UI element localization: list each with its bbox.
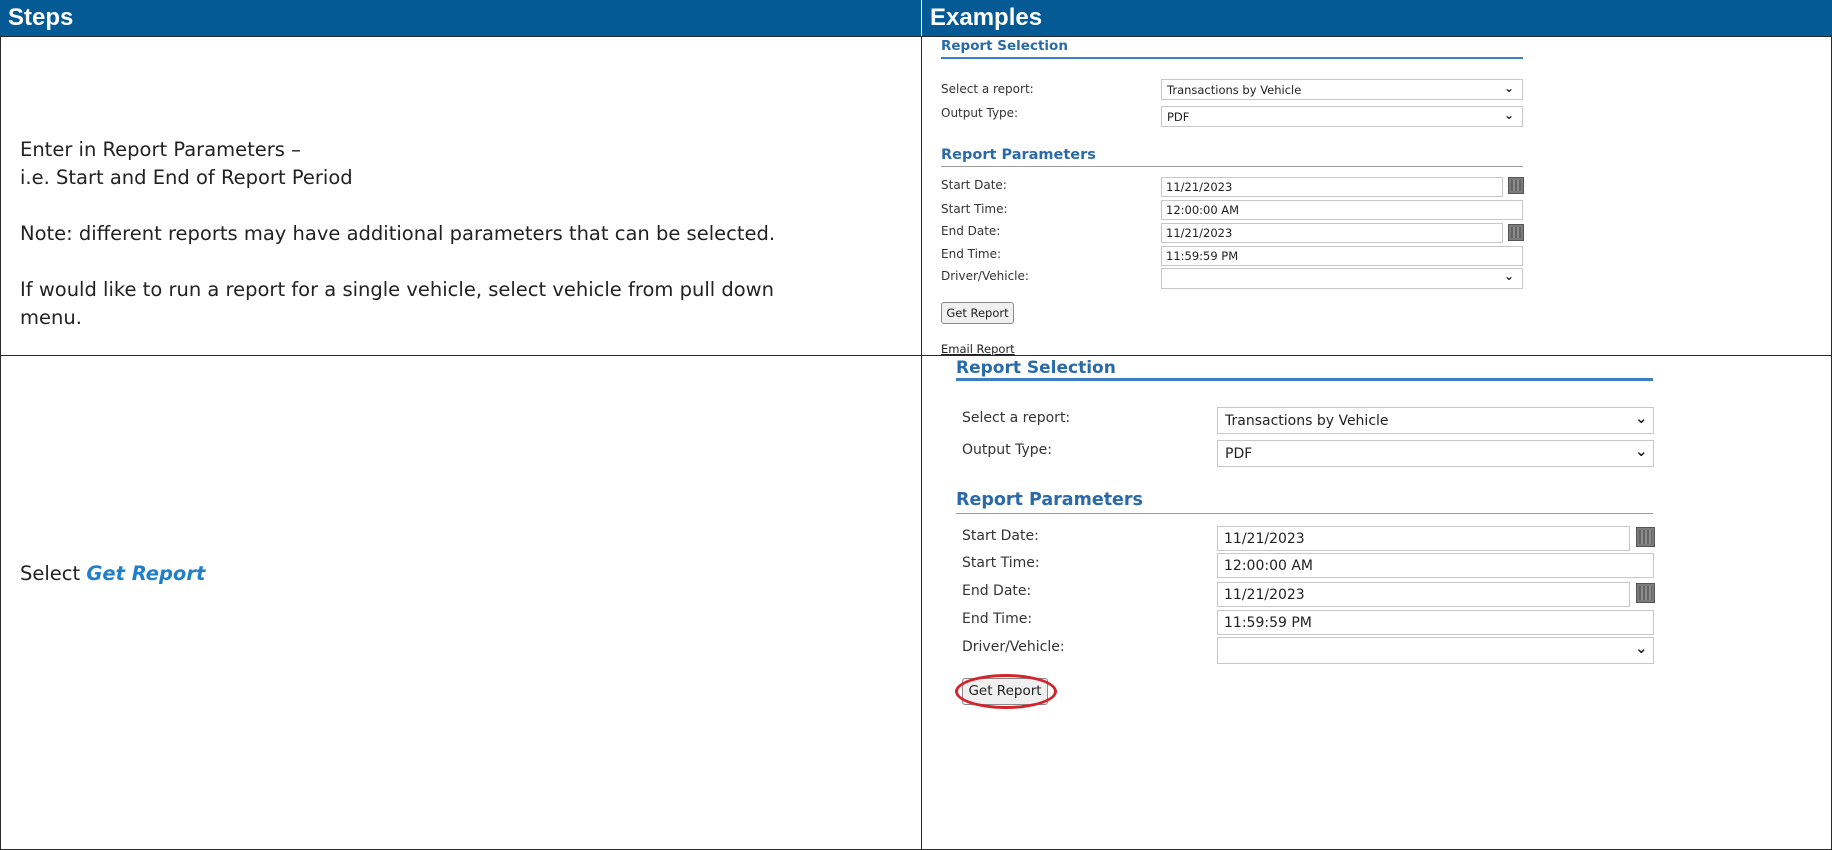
row1-steps-cell: Enter in Report Parameters – i.e. Start … <box>0 36 922 356</box>
instruction-table: Steps Examples Enter in Report Parameter… <box>0 0 1832 850</box>
row2-get-report-reference: Get Report <box>86 562 206 585</box>
start-time-label: Start Time: <box>962 555 1040 571</box>
driver-vehicle-label: Driver/Vehicle: <box>941 269 1029 283</box>
start-time-label: Start Time: <box>941 202 1008 216</box>
chevron-down-icon: ⌄ <box>1504 108 1515 122</box>
output-type-dropdown[interactable]: PDF <box>1217 440 1654 467</box>
end-date-label: End Date: <box>962 583 1032 599</box>
select-report-value: Transactions by Vehicle <box>1225 413 1389 429</box>
header-steps: Steps <box>0 0 921 36</box>
row1-single-vehicle-line2: menu. <box>20 306 82 329</box>
end-date-input[interactable]: 11/21/2023 <box>1161 223 1503 243</box>
chevron-down-icon: ⌄ <box>1504 269 1515 283</box>
row1-single-vehicle-line1: If would like to run a report for a sing… <box>20 278 774 301</box>
select-report-dropdown[interactable]: Transactions by Vehicle <box>1161 79 1523 100</box>
header-examples: Examples <box>922 0 1832 36</box>
calendar-icon[interactable] <box>1636 527 1655 547</box>
end-date-input[interactable]: 11/21/2023 <box>1217 582 1630 607</box>
section-divider <box>956 513 1653 514</box>
start-date-input[interactable]: 11/21/2023 <box>1217 526 1630 551</box>
section-report-selection: Report Selection <box>941 38 1068 54</box>
chevron-down-icon: ⌄ <box>1635 409 1648 427</box>
start-date-value: 11/21/2023 <box>1224 531 1305 547</box>
driver-vehicle-dropdown[interactable] <box>1161 268 1523 289</box>
row2-instruction: Select Get Report <box>20 560 205 588</box>
section-divider <box>956 378 1653 381</box>
section-divider <box>941 57 1523 59</box>
output-type-label: Output Type: <box>962 442 1052 458</box>
start-date-value: 11/21/2023 <box>1166 180 1233 194</box>
start-time-value: 12:00:00 AM <box>1224 558 1313 574</box>
section-report-selection: Report Selection <box>956 358 1116 378</box>
chevron-down-icon: ⌄ <box>1504 81 1515 95</box>
get-report-button[interactable]: Get Report <box>941 302 1014 324</box>
driver-vehicle-label: Driver/Vehicle: <box>962 639 1065 655</box>
section-report-parameters: Report Parameters <box>956 490 1143 510</box>
row1-instruction: Enter in Report Parameters – i.e. Start … <box>20 136 775 332</box>
calendar-icon[interactable] <box>1636 583 1655 603</box>
row2-example-cell: Report Selection Select a report: Transa… <box>921 355 1832 850</box>
report-form-small: Report Selection Select a report: Transa… <box>922 37 1831 355</box>
end-time-input[interactable]: 11:59:59 PM <box>1217 610 1654 635</box>
chevron-down-icon: ⌄ <box>1635 442 1648 460</box>
calendar-icon[interactable] <box>1508 177 1524 194</box>
start-date-label: Start Date: <box>962 528 1039 544</box>
output-type-value: PDF <box>1167 110 1190 124</box>
email-report-link[interactable]: Email Report <box>941 342 1015 355</box>
select-report-label: Select a report: <box>962 410 1071 426</box>
start-time-input[interactable]: 12:00:00 AM <box>1217 553 1654 578</box>
end-date-label: End Date: <box>941 224 1001 238</box>
end-time-value: 11:59:59 PM <box>1224 615 1312 631</box>
section-divider <box>941 166 1523 167</box>
highlight-circle <box>955 674 1057 709</box>
row1-line2: i.e. Start and End of Report Period <box>20 166 353 189</box>
end-time-label: End Time: <box>941 247 1002 261</box>
end-date-value: 11/21/2023 <box>1224 587 1305 603</box>
report-form-large: Report Selection Select a report: Transa… <box>922 356 1831 849</box>
chevron-down-icon: ⌄ <box>1635 639 1648 657</box>
end-time-value: 11:59:59 PM <box>1166 249 1239 263</box>
select-report-label: Select a report: <box>941 82 1034 96</box>
start-time-value: 12:00:00 AM <box>1166 203 1240 217</box>
row2-steps-cell: Select Get Report <box>0 355 922 850</box>
end-time-label: End Time: <box>962 611 1033 627</box>
row1-example-cell: Report Selection Select a report: Transa… <box>921 36 1832 356</box>
start-date-input[interactable]: 11/21/2023 <box>1161 177 1503 197</box>
end-time-input[interactable]: 11:59:59 PM <box>1161 246 1523 266</box>
select-report-dropdown[interactable]: Transactions by Vehicle <box>1217 407 1654 434</box>
output-type-dropdown[interactable]: PDF <box>1161 106 1523 127</box>
calendar-icon[interactable] <box>1508 224 1524 241</box>
section-report-parameters: Report Parameters <box>941 147 1096 163</box>
start-date-label: Start Date: <box>941 178 1007 192</box>
output-type-value: PDF <box>1225 446 1253 462</box>
output-type-label: Output Type: <box>941 106 1019 120</box>
start-time-input[interactable]: 12:00:00 AM <box>1161 200 1523 220</box>
row2-select-prefix: Select <box>20 562 87 585</box>
row1-note: Note: different reports may have additio… <box>20 222 776 245</box>
select-report-value: Transactions by Vehicle <box>1167 83 1302 97</box>
row1-line1: Enter in Report Parameters – <box>20 138 301 161</box>
driver-vehicle-dropdown[interactable] <box>1217 637 1654 664</box>
end-date-value: 11/21/2023 <box>1166 226 1233 240</box>
